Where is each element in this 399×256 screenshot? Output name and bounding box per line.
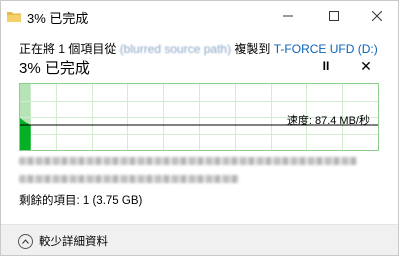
close-button[interactable] xyxy=(357,1,397,31)
destination-link[interactable]: T-FORCE UFD (D:) xyxy=(274,42,378,56)
speed-label: 速度: 87.4 MB/秒 xyxy=(286,115,370,127)
title-bar: 3% 已完成 xyxy=(1,1,398,31)
copy-prefix: 正在將 1 個項目從 xyxy=(19,42,120,56)
minimize-icon xyxy=(283,15,293,17)
blurred-name-text xyxy=(19,157,357,165)
source-path-link[interactable]: (blurred source path) xyxy=(120,42,231,56)
less-details-label: 較少詳細資料 xyxy=(39,236,108,248)
less-details-button[interactable]: 較少詳細資料 xyxy=(18,233,108,249)
copy-middle: 複製到 xyxy=(231,42,274,56)
maximize-button[interactable] xyxy=(314,1,354,31)
folder-copy-icon xyxy=(7,9,21,22)
window-title: 3% 已完成 xyxy=(27,11,89,26)
copy-description: 正在將 1 個項目從 (blurred source path) 複製到 T-F… xyxy=(19,40,378,57)
progress-heading: 3% 已完成 xyxy=(19,60,90,77)
minimize-button[interactable] xyxy=(268,1,308,31)
pause-button[interactable]: II xyxy=(319,59,333,73)
blurred-time-text xyxy=(19,175,239,183)
footer-bar: 較少詳細資料 xyxy=(1,225,398,255)
copy-progress-dialog: 3% 已完成 正在將 1 個項目從 (blurred source path) … xyxy=(0,0,399,256)
speed-graph: 速度: 87.4 MB/秒 xyxy=(19,83,379,151)
chevron-up-icon xyxy=(18,233,33,249)
close-icon xyxy=(372,11,382,21)
maximize-icon xyxy=(329,11,339,21)
stop-button[interactable]: ✕ xyxy=(358,58,374,74)
remaining-items: 剩餘的項目: 1 (3.75 GB) xyxy=(19,195,143,207)
